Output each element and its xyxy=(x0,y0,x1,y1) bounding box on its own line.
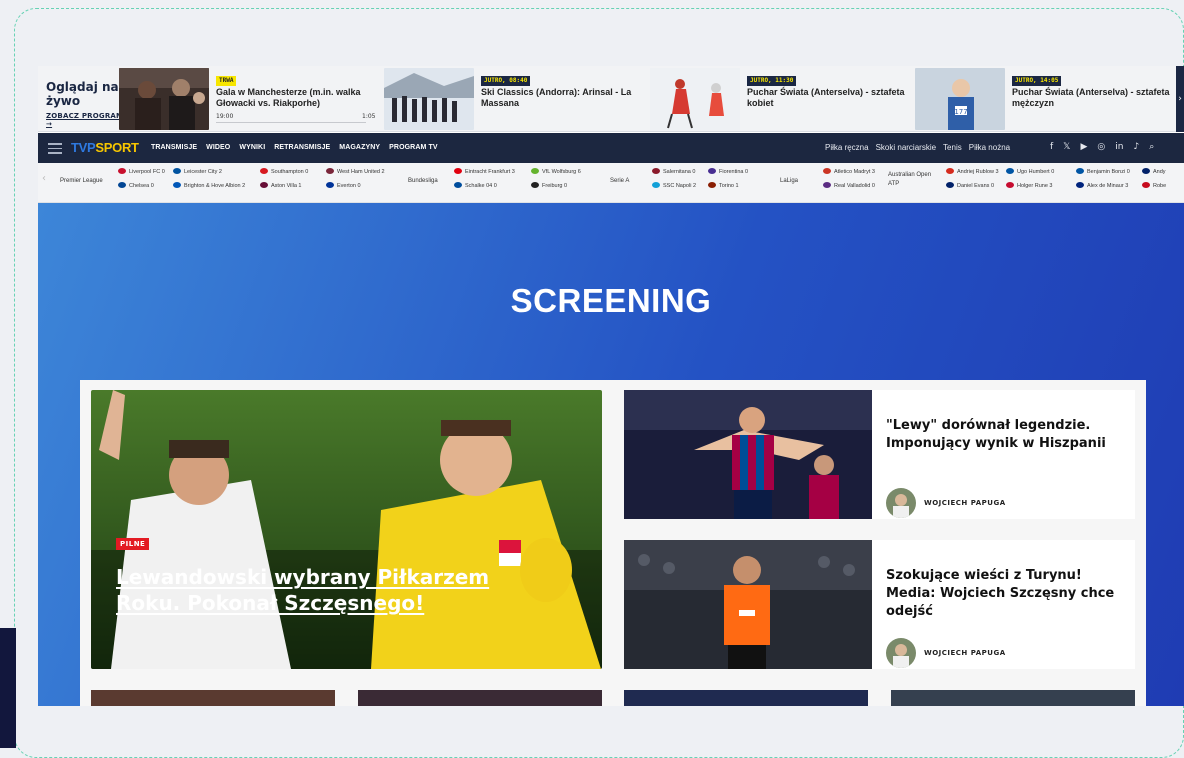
teaser-thumb-3[interactable] xyxy=(891,690,1135,706)
league-label[interactable]: LaLiga xyxy=(780,178,798,184)
menu-item-magazyny[interactable]: MAGAZYNY xyxy=(339,144,380,151)
author[interactable]: WOJCIECH PAPUGA xyxy=(886,638,1006,668)
match-0[interactable]: Liverpool FC 0 Chelsea 0 xyxy=(118,165,165,193)
menu-item-wyniki[interactable]: WYNIKI xyxy=(239,144,265,151)
author-avatar xyxy=(886,638,916,668)
match-7[interactable]: Fiorentina 0 Torino 1 xyxy=(708,165,748,193)
match-4[interactable]: Eintracht Frankfurt 3 Schalke 04 0 xyxy=(454,165,515,193)
website-screenshot: Oglądaj na żywo ZOBACZ PROGRAM → TRWA Ga… xyxy=(38,66,1184,706)
social-links: f 𝕏 ▶ ◎ in ♪ ⌕ xyxy=(1050,142,1154,152)
thumbnail-biathlon-men: 177 xyxy=(915,68,1005,130)
match-9[interactable]: Andriej Rublow 3 Daniel Evans 0 xyxy=(946,165,999,193)
match-10[interactable]: Ugo Humbert 0 Holger Rune 3 xyxy=(1006,165,1054,193)
author-name: WOJCIECH PAPUGA xyxy=(924,499,1006,507)
story-card-0[interactable]: "Lewy" dorównał legendzie. Imponujący wy… xyxy=(624,390,1135,519)
league-label[interactable]: Australian Open ATP xyxy=(888,171,936,189)
league-label[interactable]: Bundesliga xyxy=(408,178,438,184)
time-badge: JUTRO, 08:40 xyxy=(481,76,531,86)
discipline-links: Piłka ręczna Skoki narciarskie Tenis Pił… xyxy=(825,143,1010,152)
start-time: 19:00 xyxy=(216,113,234,120)
progress-bar xyxy=(216,122,366,123)
thumbnail-skiing xyxy=(384,68,474,130)
league-label[interactable]: Premier League xyxy=(60,178,103,184)
card-title: Ski Classics (Andorra): Arinsal - La Mas… xyxy=(481,87,632,108)
tiktok-icon[interactable]: ♪ xyxy=(1133,142,1139,152)
time-badge: JUTRO, 11:30 xyxy=(747,76,797,86)
live-next-arrow[interactable]: › xyxy=(1176,66,1184,132)
story-image xyxy=(624,390,872,519)
thumbnail-boxing xyxy=(119,68,209,130)
scores-prev-arrow[interactable]: ‹ xyxy=(42,173,46,184)
menu-item-retransmisje[interactable]: RETRANSMISJE xyxy=(274,144,330,151)
discipline-pilka-nozna[interactable]: Piłka nożna xyxy=(969,143,1010,152)
league-label[interactable]: Serie A xyxy=(610,178,629,184)
match-1[interactable]: Leicester City 2 Brighton & Hove Albion 2 xyxy=(173,165,245,193)
tvp-sport-logo[interactable]: TVPSPORT xyxy=(71,140,139,155)
linkedin-icon[interactable]: in xyxy=(1115,142,1123,152)
match-2[interactable]: Southampton 0 Aston Villa 1 xyxy=(260,165,308,193)
decorative-strip xyxy=(0,628,16,748)
match-3[interactable]: West Ham United 2 Everton 0 xyxy=(326,165,385,193)
live-card-1[interactable]: JUTRO, 08:40 Ski Classics (Andorra): Ari… xyxy=(384,68,646,130)
match-8[interactable]: Atletico Madryt 3 Real Valladolid 0 xyxy=(823,165,875,193)
hero-section: SCREENING PILNE Lewandowski wybrany Piłk… xyxy=(38,203,1184,706)
teaser-thumb-0[interactable] xyxy=(91,690,335,706)
match-11[interactable]: Benjamin Bonzi 0 Alex de Minaur 3 xyxy=(1076,165,1130,193)
story-headline[interactable]: "Lewy" dorównał legendzie. Imponujący wy… xyxy=(886,417,1122,453)
story-card-1[interactable]: Szokujące wieści z Turynu! Media: Wojcie… xyxy=(624,540,1135,669)
match-6[interactable]: Salernitana 0 SSC Napoli 2 xyxy=(652,165,696,193)
screening-title: SCREENING xyxy=(510,282,712,319)
duration: 1:05 xyxy=(362,113,376,120)
main-navbar: TVPSPORT TRANSMISJE WIDEO WYNIKI RETRANS… xyxy=(38,133,1184,163)
news-panel: PILNE Lewandowski wybrany Piłkarzem Roku… xyxy=(80,380,1146,706)
live-card-2[interactable]: JUTRO, 11:30 Puchar Świata (Anterselva) … xyxy=(650,68,912,130)
discipline-pilka-reczna[interactable]: Piłka ręczna xyxy=(825,143,869,152)
teaser-thumb-2[interactable] xyxy=(624,690,868,706)
match-12[interactable]: Andy Robe xyxy=(1142,165,1184,193)
card-title: Puchar Świata (Anterselva) - sztafeta mę… xyxy=(1012,87,1170,108)
menu-item-wideo[interactable]: WIDEO xyxy=(206,144,230,151)
hamburger-menu-icon[interactable] xyxy=(48,143,62,154)
svg-text:177: 177 xyxy=(954,108,967,116)
featured-image xyxy=(91,390,602,669)
program-link[interactable]: ZOBACZ PROGRAM → xyxy=(46,112,124,128)
breaking-badge: PILNE xyxy=(116,538,150,550)
live-card-3[interactable]: 177 JUTRO, 14:05 Puchar Świata (Antersel… xyxy=(915,68,1177,130)
time-badge: JUTRO, 14:05 xyxy=(1012,76,1062,86)
menu-item-program-tv[interactable]: PROGRAM TV xyxy=(389,144,437,151)
scores-ticker: ‹ Premier League Liverpool FC 0 Chelsea 0… xyxy=(38,163,1184,203)
search-icon[interactable]: ⌕ xyxy=(1149,142,1154,152)
discipline-tenis[interactable]: Tenis xyxy=(943,143,962,152)
live-card-0[interactable]: TRWA Gala w Manchesterze (m.in. walka Gł… xyxy=(119,68,381,130)
card-title: Gala w Manchesterze (m.in. walka Głowack… xyxy=(216,87,361,108)
story-headline[interactable]: Szokujące wieści z Turynu! Media: Wojcie… xyxy=(886,567,1122,621)
card-title: Puchar Świata (Anterselva) - sztafeta ko… xyxy=(747,87,905,108)
twitter-icon[interactable]: 𝕏 xyxy=(1063,142,1070,152)
discipline-skoki[interactable]: Skoki narciarskie xyxy=(876,143,936,152)
live-cta-title: Oglądaj na żywo xyxy=(46,80,119,108)
live-cta[interactable]: Oglądaj na żywo ZOBACZ PROGRAM → xyxy=(46,80,124,128)
match-5[interactable]: VfL Wolfsburg 6 Freiburg 0 xyxy=(531,165,581,193)
author-name: WOJCIECH PAPUGA xyxy=(924,649,1006,657)
story-image xyxy=(624,540,872,669)
status-badge: TRWA xyxy=(216,76,237,86)
author[interactable]: WOJCIECH PAPUGA xyxy=(886,488,1006,518)
main-menu: TRANSMISJE WIDEO WYNIKI RETRANSMISJE MAG… xyxy=(151,144,438,151)
featured-article[interactable]: PILNE Lewandowski wybrany Piłkarzem Roku… xyxy=(91,390,602,669)
instagram-icon[interactable]: ◎ xyxy=(1097,142,1105,152)
featured-headline[interactable]: Lewandowski wybrany Piłkarzem Roku. Poko… xyxy=(116,564,536,616)
teaser-thumb-1[interactable] xyxy=(358,690,602,706)
live-strip: Oglądaj na żywo ZOBACZ PROGRAM → TRWA Ga… xyxy=(38,66,1184,132)
facebook-icon[interactable]: f xyxy=(1050,142,1053,152)
menu-item-transmisje[interactable]: TRANSMISJE xyxy=(151,144,197,151)
author-avatar xyxy=(886,488,916,518)
thumbnail-biathlon-women xyxy=(650,68,740,130)
youtube-icon[interactable]: ▶ xyxy=(1080,142,1087,152)
